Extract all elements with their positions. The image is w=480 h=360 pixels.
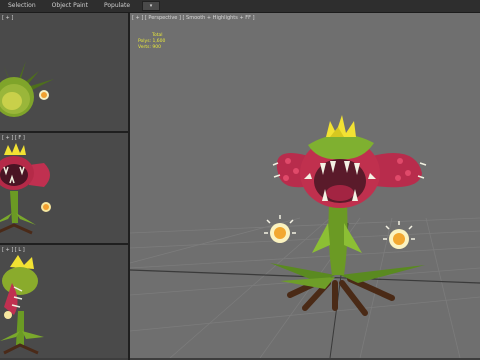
stats-verts: Verts: 900 [138, 45, 161, 50]
plant-model-top [0, 61, 54, 117]
viewport-top[interactable]: [ + ] [0, 13, 128, 131]
menu-selection[interactable]: Selection [0, 0, 44, 12]
carnivorous-plant-model [264, 115, 427, 316]
viewport-left[interactable]: [ + ] [ L ] [0, 245, 128, 358]
viewport-label[interactable]: [ + ] [ Perspective ] [ Smooth + Highlig… [132, 15, 255, 21]
poly-stats: Total Polys: 1,600 Verts: 900 [138, 33, 165, 51]
viewport-perspective[interactable]: [ + ] [ Perspective ] [ Smooth + Highlig… [130, 13, 480, 358]
viewport-front[interactable]: [ + ] [ F ] [0, 133, 128, 243]
plant-model-left [0, 255, 44, 355]
menu-populate[interactable]: Populate [96, 0, 138, 12]
menu-object-paint[interactable]: Object Paint [44, 0, 96, 12]
viewport-layout-icon[interactable]: ▾ [142, 1, 161, 11]
menu-bar: Selection Object Paint Populate ▾ [0, 0, 480, 13]
plant-model-front [0, 143, 51, 235]
